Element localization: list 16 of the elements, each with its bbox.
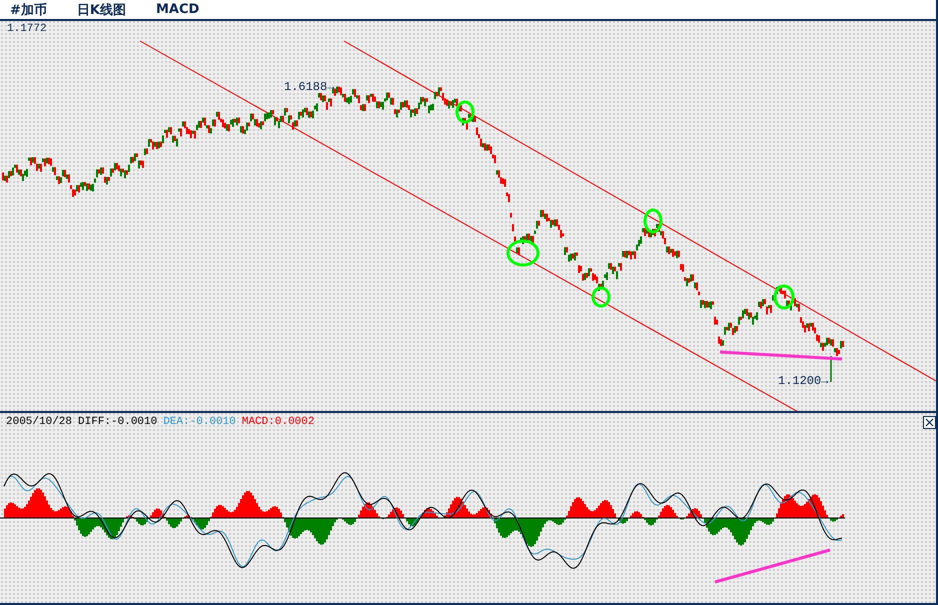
diff-value: DIFF:-0.0010 bbox=[78, 416, 158, 428]
header-label: #加币 bbox=[10, 2, 47, 18]
header-label: MACD bbox=[156, 2, 200, 17]
close-icon[interactable] bbox=[923, 416, 936, 429]
axis-value: 1.1772 bbox=[7, 23, 47, 35]
highlight-circle bbox=[592, 286, 610, 308]
header-label: 日K线图 bbox=[76, 2, 126, 18]
dea-value: DEA:-0.0010 bbox=[163, 416, 236, 428]
date-label: 2005/10/28 bbox=[6, 416, 72, 428]
macd-value: MACD:0.0002 bbox=[242, 416, 314, 428]
highlight-circle bbox=[644, 208, 662, 234]
price-label: 1.6188→ bbox=[284, 80, 334, 94]
price-label: 1.1200→ bbox=[778, 374, 828, 388]
highlight-circle bbox=[774, 284, 794, 310]
highlight-circle bbox=[456, 100, 474, 124]
highlight-circle bbox=[506, 240, 540, 266]
